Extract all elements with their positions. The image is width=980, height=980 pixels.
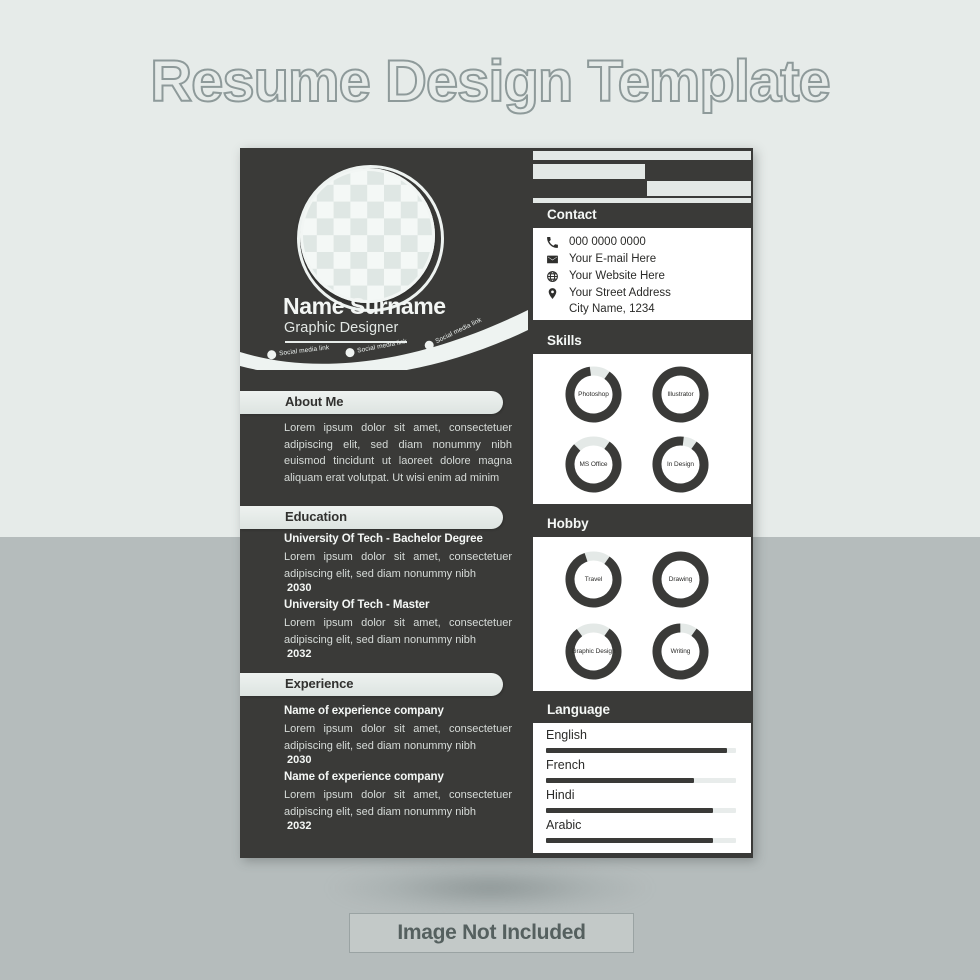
social-dot-icon (344, 347, 356, 358)
decorative-bar-2 (533, 164, 645, 179)
about-me-body: Lorem ipsum dolor sit amet, consectetuer… (284, 422, 512, 484)
education-item-body: Lorem ipsum dolor sit amet, consectetuer… (284, 617, 512, 646)
section-header-education: Education (240, 506, 503, 529)
envelope-icon (545, 252, 560, 267)
experience-title: Experience (285, 676, 354, 691)
section-header-contact: Contact (528, 203, 753, 228)
experience-item-body: Lorem ipsum dolor sit amet, consectetuer… (284, 723, 512, 752)
skill-donut-illustrator: Illustrator (649, 363, 712, 426)
card-drop-shadow (330, 862, 650, 914)
experience-item-body: Lorem ipsum dolor sit amet, consectetuer… (284, 789, 512, 818)
contact-row-website[interactable]: Your Website Here (545, 269, 745, 285)
language-name-hindi: Hindi (546, 788, 575, 802)
contact-row-phone[interactable]: 000 0000 0000 (545, 235, 745, 251)
contact-website-text: Your Website Here (569, 270, 665, 282)
decorative-bar-1 (533, 151, 751, 160)
education-item-heading: University Of Tech - Bachelor Degree (284, 533, 483, 545)
contact-row-email[interactable]: Your E-mail Here (545, 252, 745, 268)
profile-photo-ring (297, 165, 444, 312)
hobby-donut-travel: Travel (562, 548, 625, 611)
section-header-experience: Experience (240, 673, 503, 696)
experience-item-heading: Name of experience company (284, 705, 444, 717)
decorative-wave (240, 310, 528, 370)
education-item-year: 2032 (287, 648, 312, 660)
page-title: Resume Design Template (149, 48, 832, 115)
language-name-arabic: Arabic (546, 818, 582, 832)
contact-phone-text: 000 0000 0000 (569, 236, 646, 248)
education-item-heading: University Of Tech - Master (284, 599, 430, 611)
phone-icon (545, 235, 560, 250)
language-bar-fill (546, 778, 695, 783)
language-bar-fill (546, 748, 727, 753)
social-dot-icon (266, 349, 277, 360)
language-name-french: French (546, 758, 585, 772)
education-item-body: Lorem ipsum dolor sit amet, consectetuer… (284, 551, 512, 580)
section-header-hobby: Hobby (528, 512, 753, 537)
education-title: Education (285, 509, 347, 524)
screenshot-canvas: Resume Design Template Name Surname Grap… (0, 0, 980, 980)
skill-donut-photoshop: Photoshop (562, 363, 625, 426)
hobby-title: Hobby (547, 516, 589, 531)
contact-title: Contact (547, 207, 597, 222)
contact-address-line1: Your Street Address (569, 287, 671, 299)
skill-donut-ms-office: MS Office (562, 433, 625, 496)
language-title: Language (547, 702, 610, 717)
language-bar-fill (546, 808, 714, 813)
contact-email-text: Your E-mail Here (569, 253, 657, 265)
contact-row-address[interactable]: Your Street Address City Name, 1234 (545, 286, 745, 317)
decorative-bar-4 (533, 181, 645, 196)
language-bar-english (546, 748, 736, 753)
education-item-year: 2030 (287, 582, 312, 594)
decorative-bar-3 (647, 164, 751, 179)
language-name-english: English (546, 728, 587, 742)
section-header-skills: Skills (528, 329, 753, 354)
hobby-donut-graphic-design: Graphic Design (562, 620, 625, 683)
language-bar-french (546, 778, 736, 783)
skill-donut-in-design: In Design (649, 433, 712, 496)
language-bar-fill (546, 838, 714, 843)
decorative-bar-5 (647, 181, 751, 196)
experience-item-year: 2032 (287, 820, 312, 832)
globe-icon (545, 269, 560, 284)
resume-page: Name Surname Graphic Designer Social med… (240, 148, 753, 858)
image-not-included-label: Image Not Included (397, 921, 586, 944)
image-not-included-badge: Image Not Included (349, 913, 634, 953)
experience-item-year: 2030 (287, 754, 312, 766)
location-pin-icon (545, 286, 560, 301)
skills-title: Skills (547, 333, 582, 348)
hobby-donut-writing: Writing (649, 620, 712, 683)
section-header-about-me: About Me (240, 391, 503, 414)
hobby-donut-drawing: Drawing (649, 548, 712, 611)
contact-address-line2: City Name, 1234 (569, 302, 655, 315)
language-bar-arabic (546, 838, 736, 843)
section-header-language: Language (528, 698, 753, 723)
experience-item-heading: Name of experience company (284, 771, 444, 783)
about-me-title: About Me (285, 394, 344, 409)
language-bar-hindi (546, 808, 736, 813)
